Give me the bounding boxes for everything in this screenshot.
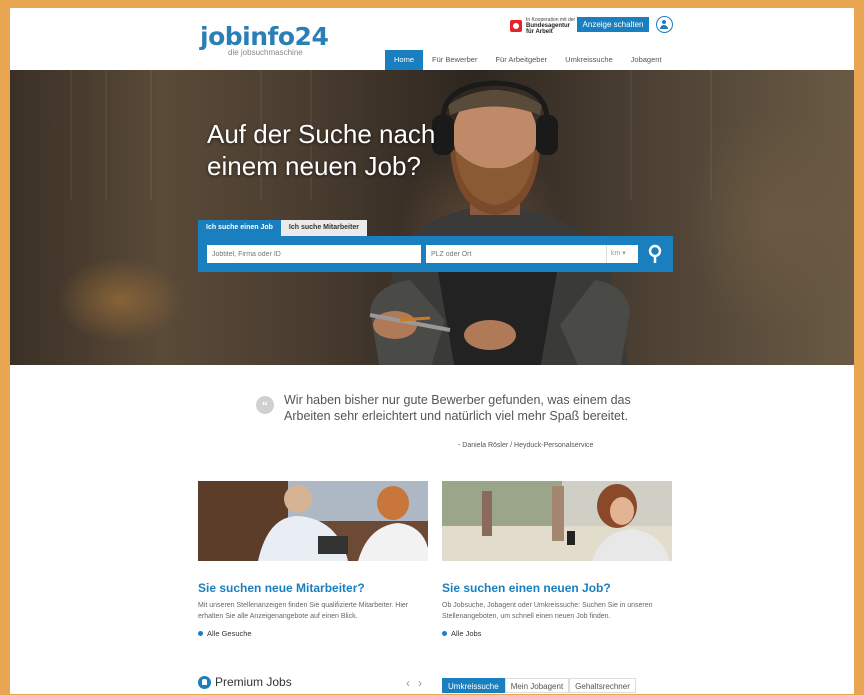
carousel-arrows: ‹ › <box>406 676 422 690</box>
chevron-right-icon[interactable]: › <box>418 676 422 690</box>
page: jobinfo24 die jobsuchmaschine In Koopera… <box>10 8 854 694</box>
jobseeker-card-title[interactable]: Sie suchen einen neuen Job? <box>442 581 672 595</box>
headline-line-2: einem neuen Job? <box>207 151 421 181</box>
employer-card: Sie suchen neue Mitarbeiter? Mit unseren… <box>198 481 430 638</box>
search-bar: km ▾ <box>198 236 673 272</box>
premium-jobs-heading: Premium Jobs <box>198 675 292 689</box>
employer-card-text: Mit unseren Stellenanzeigen finden Sie q… <box>198 602 409 620</box>
nav-employers[interactable]: Für Arbeitgeber <box>486 50 556 70</box>
radius-select[interactable]: km ▾ <box>606 245 638 263</box>
search-icon[interactable] <box>644 242 666 266</box>
headline-line-1: Auf der Suche nach <box>207 119 436 149</box>
tab-radius-search[interactable]: Umkreissuche <box>442 678 505 693</box>
tool-tabs: Umkreissuche Mein Jobagent Gehaltsrechne… <box>442 678 636 693</box>
employer-card-title[interactable]: Sie suchen neue Mitarbeiter? <box>198 581 428 595</box>
all-requests-label: Alle Gesuche <box>207 629 252 638</box>
hero-headline: Auf der Suche nach einem neuen Job? <box>207 118 435 182</box>
partner-text: In Kooperation mit der Bundesagentur für… <box>526 17 575 35</box>
job-search-input[interactable] <box>207 245 421 263</box>
jobseeker-card-text: Ob Jobsuche, Jobagent oder Umkreissuche:… <box>442 602 653 620</box>
all-jobs-label: Alle Jobs <box>451 629 482 638</box>
tab-salary-calculator[interactable]: Gehaltsrechner <box>569 678 636 693</box>
bullet-icon <box>198 631 203 636</box>
testimonial-text: Wir haben bisher nur gute Bewerber gefun… <box>284 393 631 423</box>
tab-job-search[interactable]: Ich suche einen Job <box>198 220 281 236</box>
bullet-icon <box>442 631 447 636</box>
premium-title: Premium Jobs <box>215 675 292 689</box>
tab-employee-search[interactable]: Ich suche Mitarbeiter <box>280 220 367 236</box>
header: jobinfo24 die jobsuchmaschine In Koopera… <box>10 8 854 70</box>
radius-label: km <box>611 250 621 257</box>
logo-text: jobinfo24 <box>200 22 329 51</box>
main-nav: Home Für Bewerber Für Arbeitgeber Umkrei… <box>385 50 671 70</box>
all-requests-link[interactable]: Alle Gesuche <box>198 629 428 638</box>
nav-radius-search[interactable]: Umkreissuche <box>556 50 622 70</box>
agency-icon <box>510 20 522 32</box>
site-logo[interactable]: jobinfo24 die jobsuchmaschine <box>200 22 329 57</box>
jobseeker-card: Sie suchen einen neuen Job? Ob Jobsuche,… <box>442 481 672 638</box>
nav-jobagent[interactable]: Jobagent <box>622 50 671 70</box>
nav-home[interactable]: Home <box>385 50 424 70</box>
all-jobs-link[interactable]: Alle Jobs <box>442 629 672 638</box>
tab-my-jobagent[interactable]: Mein Jobagent <box>504 678 570 693</box>
chevron-left-icon[interactable]: ‹ <box>406 676 410 690</box>
premium-icon <box>198 675 211 689</box>
testimonial-author: - Daniela Rösler / Heyduck-Personalservi… <box>458 442 594 449</box>
partner-name-2: für Arbeit <box>526 29 553 35</box>
place-ad-button[interactable]: Anzeige schalten <box>577 17 649 32</box>
partner-logo: In Kooperation mit der Bundesagentur für… <box>510 17 575 35</box>
hero-banner: Auf der Suche nach einem neuen Job? Ich … <box>10 70 854 365</box>
search-mode-tabs: Ich suche einen Job Ich suche Mitarbeite… <box>198 220 367 236</box>
nav-applicants[interactable]: Für Bewerber <box>423 50 486 70</box>
jobseeker-card-image[interactable] <box>442 481 672 561</box>
user-account-icon[interactable] <box>656 16 673 33</box>
location-input[interactable] <box>426 245 606 263</box>
quote-icon: “ <box>256 396 274 414</box>
employer-card-image[interactable] <box>198 481 430 561</box>
